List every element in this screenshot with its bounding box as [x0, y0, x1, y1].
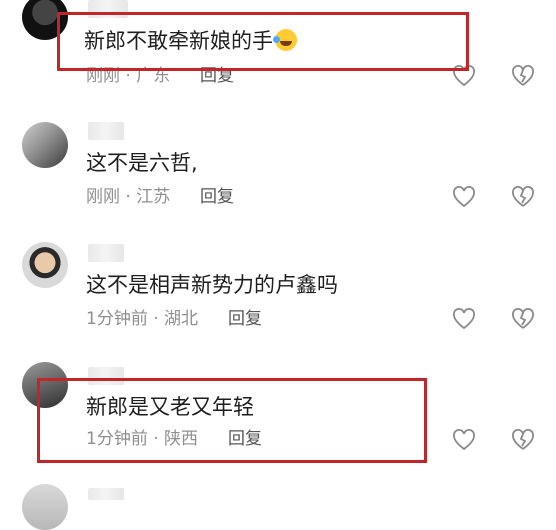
- username-blurred: [88, 488, 124, 500]
- avatar[interactable]: [22, 484, 68, 530]
- comment-5-partial: [0, 0, 556, 530]
